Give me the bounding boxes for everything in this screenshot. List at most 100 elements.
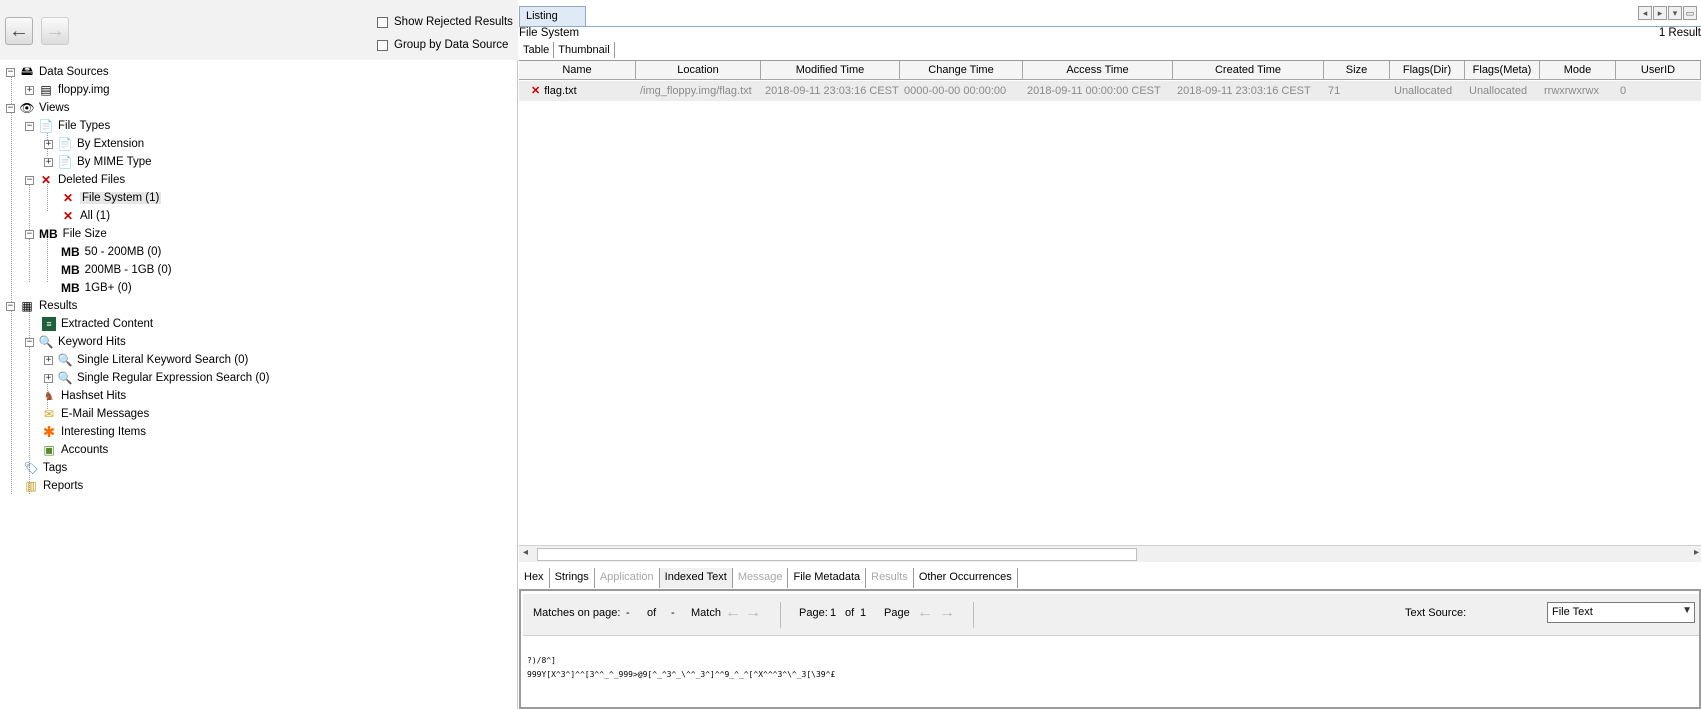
tree-results[interactable]: − ▦ Results <box>6 297 77 315</box>
tree-file-system[interactable]: ✕ File System (1) <box>61 189 162 207</box>
asterisk-icon: ✱ <box>42 424 56 441</box>
tab-indexed-text[interactable]: Indexed Text <box>659 568 733 588</box>
column-header-name[interactable]: Name <box>519 61 636 80</box>
match-label: Match <box>691 607 721 619</box>
group-by-source-checkbox[interactable] <box>377 39 388 51</box>
column-header-access[interactable]: Access Time <box>1023 61 1173 80</box>
expand-toggle[interactable]: + <box>44 157 53 167</box>
tree-data-sources[interactable]: − 🖴 Data Sources <box>6 63 109 81</box>
tree-single-regex[interactable]: + 🔍 Single Regular Expression Search (0) <box>44 369 269 387</box>
tree-reports[interactable]: ▥ Reports <box>24 477 83 495</box>
scrollbar-thumb[interactable] <box>537 548 1137 561</box>
tree-file-size[interactable]: − MB File Size <box>25 225 107 243</box>
expand-toggle[interactable]: + <box>25 85 34 95</box>
collapse-toggle[interactable]: − <box>25 337 34 347</box>
tree-label: 200MB - 1GB (0) <box>84 264 172 276</box>
tree-by-mime[interactable]: + 📄 By MIME Type <box>44 153 152 171</box>
tree-label: File System (1) <box>80 192 162 204</box>
window-controls: ◂ ▸ ▾ ▭ <box>1638 6 1697 20</box>
column-header-userid[interactable]: UserID <box>1616 61 1701 80</box>
column-header-modified[interactable]: Modified Time <box>761 61 900 80</box>
expand-toggle[interactable]: + <box>44 139 53 149</box>
tab-list-button[interactable]: ▾ <box>1668 6 1682 20</box>
next-match-icon[interactable]: → <box>743 603 763 623</box>
tab-table[interactable]: Table <box>519 42 555 58</box>
matches-of: of <box>647 607 657 619</box>
previous-page-icon[interactable]: ← <box>915 603 935 623</box>
tree-email-messages[interactable]: ✉ E-Mail Messages <box>42 405 149 423</box>
scroll-right-icon[interactable]: ▸ <box>1694 547 1699 558</box>
tree-deleted-files[interactable]: − ✕ Deleted Files <box>25 171 125 189</box>
tree-tags[interactable]: 🏷 Tags <box>23 459 67 477</box>
tab-application[interactable]: Application <box>595 568 660 588</box>
collapse-toggle[interactable]: − <box>25 229 34 239</box>
text-source-select[interactable]: File Text ▼ <box>1547 602 1695 623</box>
collapse-toggle[interactable]: − <box>6 67 15 77</box>
tree-views[interactable]: − 👁 Views <box>6 99 69 117</box>
expand-toggle[interactable]: + <box>44 373 53 383</box>
next-page-icon[interactable]: → <box>937 603 957 623</box>
column-header-created[interactable]: Created Time <box>1173 61 1324 80</box>
cell-size: 71 <box>1328 85 1341 97</box>
tree-size-50-200[interactable]: MB 50 - 200MB (0) <box>61 243 161 261</box>
toolbar-separator <box>780 602 781 628</box>
tree-accounts[interactable]: ▣ Accounts <box>42 441 108 459</box>
tab-results[interactable]: Results <box>866 568 914 588</box>
tab-scroll-right-button[interactable]: ▸ <box>1653 6 1667 20</box>
tab-message[interactable]: Message <box>733 568 789 588</box>
tree-hashset-hits[interactable]: ♞ Hashset Hits <box>42 387 127 405</box>
tree-label: Deleted Files <box>58 174 126 186</box>
tab-file-metadata[interactable]: File Metadata <box>788 568 867 588</box>
previous-match-icon[interactable]: ← <box>723 603 743 623</box>
column-header-location[interactable]: Location <box>636 61 761 80</box>
column-header-mode[interactable]: Mode <box>1540 61 1616 80</box>
tree-floppy[interactable]: + ▤ floppy.img <box>25 81 110 99</box>
cell-access: 2018-09-11 00:00:00 CEST <box>1027 85 1161 97</box>
group-by-source-row[interactable]: Group by Data Source <box>377 39 508 51</box>
tree-extracted-content[interactable]: ≡ Extracted Content <box>42 315 153 333</box>
file-name: flag.txt <box>544 85 577 97</box>
tree-keyword-hits[interactable]: − 🔍 Keyword Hits <box>25 333 126 351</box>
tree-interesting-items[interactable]: ✱ Interesting Items <box>42 423 146 441</box>
chevron-down-icon: ▼ <box>1682 605 1692 616</box>
tab-scroll-left-button[interactable]: ◂ <box>1638 6 1652 20</box>
tab-hex[interactable]: Hex <box>519 568 550 588</box>
collapse-toggle[interactable]: − <box>6 301 15 311</box>
expand-toggle[interactable]: + <box>44 355 53 365</box>
cell-flags-meta: Unallocated <box>1469 85 1528 97</box>
horizontal-scrollbar[interactable]: ◂ ▸ <box>519 545 1701 562</box>
tab-thumbnail[interactable]: Thumbnail <box>554 42 615 58</box>
column-header-flags-meta[interactable]: Flags(Meta) <box>1465 61 1540 80</box>
collapse-toggle[interactable]: − <box>25 121 34 131</box>
tree-by-extension[interactable]: + 📄 By Extension <box>44 135 144 153</box>
maximize-button[interactable]: ▭ <box>1683 6 1697 20</box>
tree-label: All (1) <box>80 210 111 222</box>
page-current: 1 <box>830 607 837 619</box>
table-row[interactable]: ✕ flag.txt /img_floppy.img/flag.txt 2018-… <box>519 81 1701 101</box>
tab-strings[interactable]: Strings <box>550 568 595 588</box>
tab-other-occurrences[interactable]: Other Occurrences <box>914 568 1018 588</box>
collapse-toggle[interactable]: − <box>25 175 34 185</box>
listing-path: File System <box>519 27 580 39</box>
group-by-source-label: Group by Data Source <box>394 39 509 51</box>
tree-label: Single Literal Keyword Search (0) <box>77 354 249 366</box>
tab-listing[interactable]: Listing <box>519 6 586 26</box>
back-arrow-icon: ← <box>9 19 29 42</box>
deleted-file-icon: ✕ <box>62 209 74 223</box>
tree-size-1gb[interactable]: MB 1GB+ (0) <box>61 279 132 297</box>
tree-all[interactable]: ✕ All (1) <box>61 207 110 225</box>
show-rejected-checkbox[interactable] <box>377 16 388 28</box>
cell-mode: rrwxrwxrwx <box>1544 85 1599 97</box>
show-rejected-row[interactable]: Show Rejected Results <box>377 16 513 28</box>
column-header-size[interactable]: Size <box>1324 61 1390 80</box>
collapse-toggle[interactable]: − <box>6 103 15 113</box>
tree-single-literal[interactable]: + 🔍 Single Literal Keyword Search (0) <box>44 351 248 369</box>
tree-size-200-1gb[interactable]: MB 200MB - 1GB (0) <box>61 261 172 279</box>
back-button[interactable]: ← <box>5 17 33 45</box>
tree-file-types[interactable]: − 📄 File Types <box>25 117 110 135</box>
column-header-flags-dir[interactable]: Flags(Dir) <box>1390 61 1465 80</box>
forward-button[interactable]: → <box>41 17 69 45</box>
column-header-change[interactable]: Change Time <box>900 61 1023 80</box>
scroll-left-icon[interactable]: ◂ <box>523 547 528 558</box>
eye-icon: 👁 <box>19 101 35 115</box>
